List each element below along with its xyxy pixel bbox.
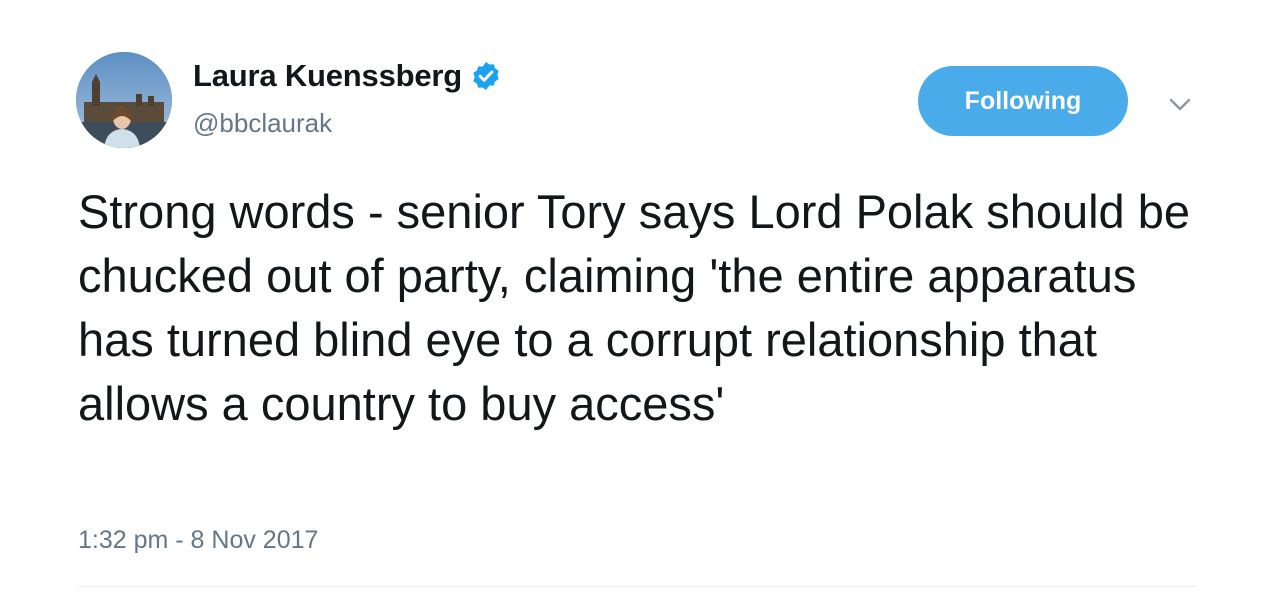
tweet-timestamp[interactable]: 1:32 pm - 8 Nov 2017	[78, 526, 318, 555]
avatar[interactable]	[76, 52, 172, 148]
following-button[interactable]: Following	[918, 66, 1128, 136]
tweet-text: Strong words - senior Tory says Lord Pol…	[78, 185, 1191, 430]
verified-badge-icon	[470, 60, 502, 92]
chevron-down-icon[interactable]	[1166, 90, 1194, 118]
divider	[78, 586, 1196, 587]
author-name-text[interactable]: Laura Kuenssberg	[193, 58, 462, 94]
author-name[interactable]: Laura Kuenssberg	[193, 58, 502, 94]
author-handle[interactable]: @bbclaurak	[193, 108, 332, 139]
